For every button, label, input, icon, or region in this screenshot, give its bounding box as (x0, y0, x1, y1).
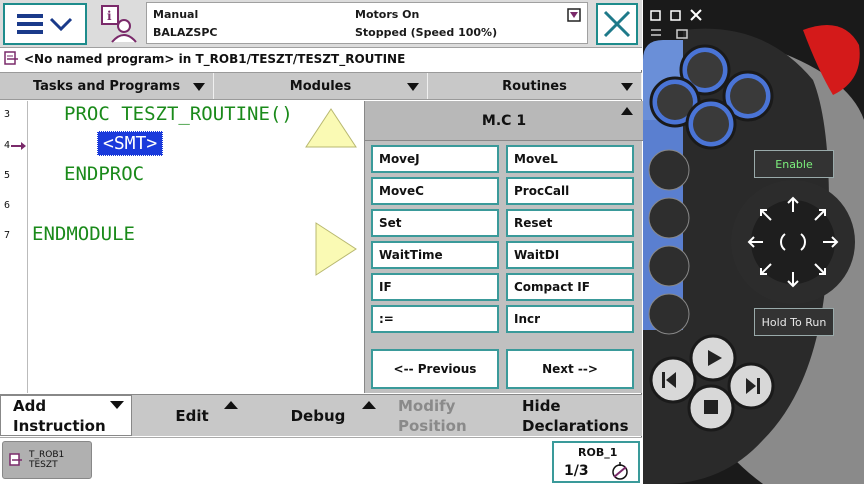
line-number: 4 (4, 140, 11, 151)
instruction-button-set[interactable]: Set (371, 209, 499, 237)
joystick-direction-icon[interactable] (745, 194, 841, 290)
close-button[interactable] (596, 3, 638, 45)
modify-position-button[interactable]: Modify Position (384, 395, 508, 436)
dropdown-arrow-icon (621, 83, 633, 91)
code-line[interactable]: PROC TESZT_ROUTINE() (64, 103, 293, 125)
instruction-button-waittime[interactable]: WaitTime (371, 241, 499, 269)
hide-declarations-button[interactable]: Hide Declarations (508, 395, 642, 436)
task-program-editor-button[interactable]: T_ROB1 TESZT (2, 441, 92, 479)
instruction-button-incr[interactable]: Incr (506, 305, 634, 333)
mechanical-unit-label: ROB_1 (578, 446, 618, 459)
hint-arrow-right-icon (315, 222, 357, 276)
tab-modules[interactable]: Modules (214, 73, 428, 99)
task-label: T_ROB1 TESZT (29, 450, 64, 470)
enable-indicator: Enable (754, 150, 834, 178)
instruction-button-waitdi[interactable]: WaitDI (506, 241, 634, 269)
tab-label: Modules (289, 78, 352, 94)
dropdown-arrow-icon (110, 401, 124, 409)
picker-category-title: M.C 1 (481, 112, 527, 129)
modify-position-label-line: Modify (398, 396, 456, 415)
instruction-button-movec[interactable]: MoveC (371, 177, 499, 205)
tab-label: Tasks and Programs (32, 78, 181, 94)
add-instruction-label: Add Instruction (13, 396, 106, 436)
instruction-picker: M.C 1 MoveJ MoveL MoveC ProcCall Set Res… (364, 101, 643, 393)
previous-page-button[interactable]: <-- Previous (371, 349, 499, 389)
instruction-button-proccall[interactable]: ProcCall (506, 177, 634, 205)
bottom-command-bar: Add Instruction Edit Debug Modify Positi… (0, 394, 642, 436)
motors-state: Motors On (355, 8, 420, 21)
edit-button[interactable]: Edit (132, 395, 252, 436)
add-instruction-label-line: Add (13, 396, 47, 415)
selected-instruction-placeholder[interactable]: <SMT> (97, 131, 164, 156)
instruction-button-movel[interactable]: MoveL (506, 145, 634, 173)
hint-arrow-up-icon (305, 108, 357, 148)
quickset-icon (567, 8, 581, 22)
flexpendant-screen: i Manual BALAZSPC Motors On Stopped (Spe… (0, 0, 643, 484)
hold-to-run-button[interactable]: Hold To Run (754, 308, 834, 336)
line-number: 5 (4, 170, 11, 181)
incremental-off-icon (612, 462, 628, 480)
run-controls-icon[interactable] (643, 336, 783, 436)
editor-tabs: Tasks and Programs Modules Routines (0, 72, 642, 100)
line-number: 3 (4, 109, 11, 120)
hide-declarations-label-line: Hide (522, 396, 561, 415)
status-bar[interactable]: Manual BALAZSPC Motors On Stopped (Speed… (146, 2, 588, 44)
debug-label: Debug (290, 406, 346, 425)
instruction-button-assign[interactable]: := (371, 305, 499, 333)
add-instruction-button[interactable]: Add Instruction (0, 395, 132, 436)
event-log-icon[interactable]: i (96, 4, 140, 44)
tab-label: Routines (502, 78, 567, 94)
dropdown-arrow-icon (193, 83, 205, 91)
code-editor[interactable]: 3 4 5 6 7 PROC TESZT_ROUTINE() <SMT> END… (0, 101, 364, 393)
flexpendant-hardware (643, 0, 864, 484)
quickset-robot-button[interactable]: ROB_1 1/3 (552, 441, 640, 483)
program-state: Stopped (Speed 100%) (355, 26, 498, 39)
breadcrumb: <No named program> in T_ROB1/TESZT/TESZT… (0, 48, 642, 70)
dropdown-arrow-icon (407, 83, 419, 91)
collapse-arrow-icon (621, 107, 633, 115)
task-label-line: TESZT (29, 460, 58, 470)
line-number: 7 (4, 230, 11, 241)
tab-routines[interactable]: Routines (428, 73, 642, 99)
line-number-gutter: 3 4 5 6 7 (0, 101, 28, 393)
popup-arrow-icon (224, 401, 238, 409)
program-pointer-icon (11, 142, 26, 150)
hide-declarations-label-line: Declarations (522, 416, 629, 435)
main-menu-button[interactable] (3, 3, 87, 45)
popup-arrow-icon (362, 401, 376, 409)
picker-category-header[interactable]: M.C 1 (365, 101, 643, 141)
axis-group-fraction: 1/3 (564, 463, 589, 479)
program-editor-icon (4, 51, 18, 65)
instruction-button-movej[interactable]: MoveJ (371, 145, 499, 173)
window-controls-icon[interactable] (649, 8, 715, 42)
controller-name: BALAZSPC (153, 26, 218, 39)
modify-position-label-line: Position (398, 416, 467, 435)
add-instruction-label-line: Instruction (13, 416, 106, 435)
svg-text:i: i (107, 9, 112, 23)
instruction-button-if[interactable]: IF (371, 273, 499, 301)
top-bar: i Manual BALAZSPC Motors On Stopped (Spe… (0, 0, 642, 48)
close-icon (603, 10, 631, 38)
code-line[interactable]: ENDPROC (64, 163, 144, 185)
operating-mode: Manual (153, 8, 199, 21)
task-bar: T_ROB1 TESZT ROB_1 1/3 (0, 437, 642, 484)
instruction-button-compact-if[interactable]: Compact IF (506, 273, 634, 301)
modify-position-label: Modify Position (398, 396, 467, 436)
task-label-line: T_ROB1 (29, 450, 65, 460)
program-editor-icon (9, 453, 22, 466)
hamburger-icon (17, 14, 43, 34)
chevron-down-icon (49, 17, 73, 32)
tab-tasks-and-programs[interactable]: Tasks and Programs (0, 73, 214, 99)
next-page-button[interactable]: Next --> (506, 349, 634, 389)
debug-button[interactable]: Debug (252, 395, 384, 436)
breadcrumb-text: <No named program> in T_ROB1/TESZT/TESZT… (24, 52, 406, 66)
hide-declarations-label: Hide Declarations (522, 396, 629, 436)
line-number: 6 (4, 200, 11, 211)
edit-label: Edit (175, 406, 209, 425)
instruction-button-reset[interactable]: Reset (506, 209, 634, 237)
code-line[interactable]: ENDMODULE (32, 223, 135, 245)
